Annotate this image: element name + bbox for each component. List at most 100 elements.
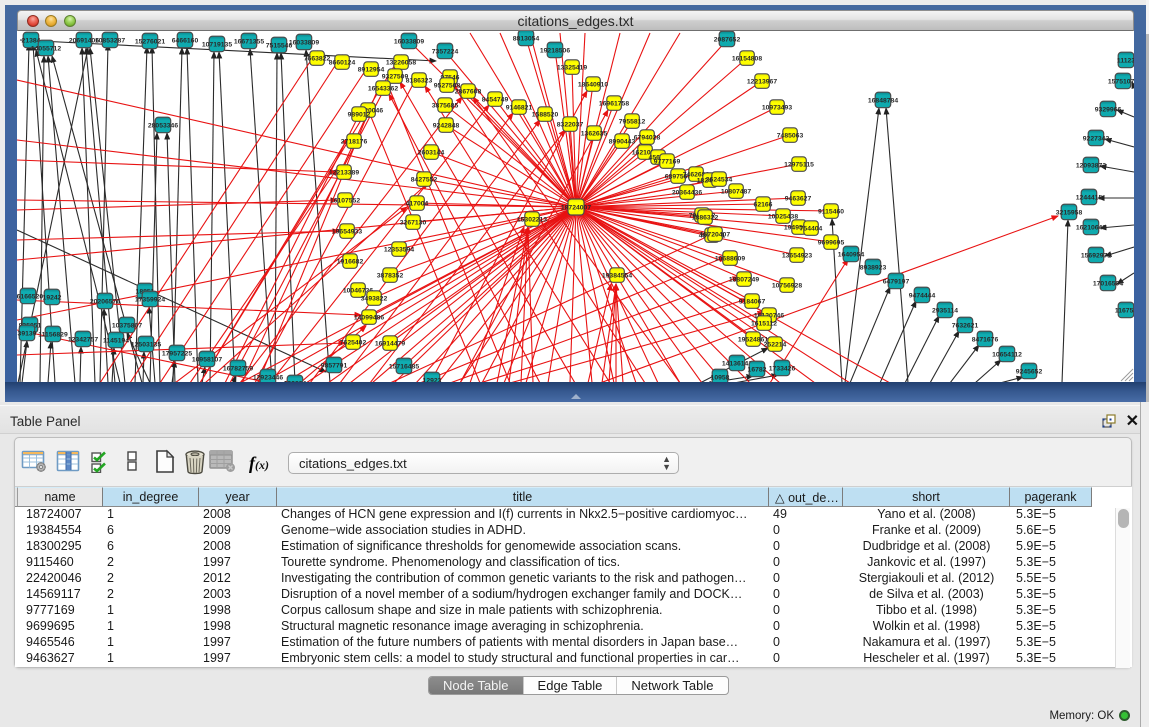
svg-text:9245652: 9245652 xyxy=(1016,369,1043,376)
svg-text:417004: 417004 xyxy=(406,201,429,208)
svg-text:18807249: 18807249 xyxy=(729,277,759,284)
svg-text:12342757: 12342757 xyxy=(68,337,98,344)
svg-text:12213389: 12213389 xyxy=(329,170,359,177)
svg-text:9115460: 9115460 xyxy=(818,209,844,216)
svg-text:16671355: 16671355 xyxy=(234,39,264,46)
svg-text:12923: 12923 xyxy=(423,378,442,383)
svg-text:12353594: 12353594 xyxy=(384,247,414,254)
svg-text:2867608: 2867608 xyxy=(455,89,482,96)
svg-text:16210643: 16210643 xyxy=(1076,225,1106,232)
svg-text:6479197: 6479197 xyxy=(883,279,910,286)
svg-text:9474444: 9474444 xyxy=(909,293,936,300)
svg-text:10853287: 10853287 xyxy=(95,38,125,45)
svg-text:15692971: 15692971 xyxy=(1081,253,1111,260)
svg-text:3493822: 3493822 xyxy=(361,296,388,303)
svg-text:12093872: 12093872 xyxy=(1076,163,1106,170)
svg-text:2718176: 2718176 xyxy=(341,139,368,146)
svg-text:20206576: 20206576 xyxy=(90,299,120,306)
svg-text:17957225: 17957225 xyxy=(162,351,192,358)
svg-text:1588520: 1588520 xyxy=(532,112,559,119)
svg-text:7625402: 7625402 xyxy=(340,340,367,347)
svg-text:13226058: 13226058 xyxy=(386,60,416,67)
svg-text:16033809: 16033809 xyxy=(289,40,319,47)
svg-text:15720407: 15720407 xyxy=(700,232,730,239)
svg-text:10807487: 10807487 xyxy=(721,189,751,196)
svg-text:16782759: 16782759 xyxy=(223,366,253,373)
svg-text:16961758: 16961758 xyxy=(599,101,629,108)
svg-text:9146821: 9146821 xyxy=(506,105,533,112)
svg-text:1362635: 1362635 xyxy=(581,131,608,138)
svg-text:12503135: 12503135 xyxy=(131,342,161,349)
svg-text:8454749: 8454749 xyxy=(482,97,509,104)
svg-text:16107552: 16107552 xyxy=(330,198,360,205)
svg-text:9463627: 9463627 xyxy=(785,196,812,203)
svg-text:15276021: 15276021 xyxy=(135,39,165,46)
svg-text:8660124: 8660124 xyxy=(329,60,356,67)
svg-text:12923446: 12923446 xyxy=(253,375,283,382)
svg-text:129234: 129234 xyxy=(284,381,307,383)
svg-text:16033809: 16033809 xyxy=(394,39,424,46)
svg-text:1615112: 1615112 xyxy=(751,321,777,328)
svg-text:16154808: 16154808 xyxy=(732,56,762,63)
svg-text:14099486: 14099486 xyxy=(354,315,384,322)
svg-text:7357224: 7357224 xyxy=(432,49,459,56)
svg-text:1886322: 1886322 xyxy=(692,215,719,222)
svg-text:16782: 16782 xyxy=(748,367,767,374)
svg-text:9329966: 9329966 xyxy=(1095,107,1122,114)
svg-text:19654933: 19654933 xyxy=(332,229,362,236)
svg-text:6794028: 6794028 xyxy=(634,135,661,142)
svg-text:20364436: 20364436 xyxy=(672,190,702,197)
svg-text:16914479: 16914479 xyxy=(375,341,405,348)
svg-text:9857791: 9857791 xyxy=(321,363,348,370)
svg-text:2935114: 2935114 xyxy=(932,308,958,315)
svg-text:19242: 19242 xyxy=(43,295,62,302)
svg-text:3215958: 3215958 xyxy=(1056,210,1083,217)
svg-text:11156829: 11156829 xyxy=(38,332,68,339)
svg-text:3624534: 3624534 xyxy=(706,177,733,184)
svg-text:62166: 62166 xyxy=(754,202,773,209)
svg-text:7663822: 7663822 xyxy=(304,56,331,63)
svg-text:16543362: 16543362 xyxy=(368,86,398,93)
svg-text:9242848: 9242848 xyxy=(433,123,460,130)
svg-text:1145194: 1145194 xyxy=(103,338,129,345)
svg-text:2087652: 2087652 xyxy=(714,37,741,44)
svg-text:13654923: 13654923 xyxy=(782,253,812,260)
svg-text:15751074: 15751074 xyxy=(1108,79,1134,86)
svg-text:1244415: 1244415 xyxy=(1076,195,1103,202)
svg-text:252214: 252214 xyxy=(764,342,787,349)
svg-text:10654112: 10654112 xyxy=(992,352,1022,359)
svg-text:15302213: 15302213 xyxy=(517,217,547,224)
svg-text:754404: 754404 xyxy=(800,226,823,233)
svg-text:26166520: 26166520 xyxy=(17,294,43,301)
svg-text:8186323: 8186323 xyxy=(406,78,433,85)
svg-text:8471676: 8471676 xyxy=(972,337,999,344)
svg-text:989012: 989012 xyxy=(348,112,371,119)
svg-text:9327509: 9327509 xyxy=(382,74,409,81)
svg-text:17359924: 17359924 xyxy=(135,297,165,304)
svg-text:8990443: 8990443 xyxy=(609,139,636,146)
svg-text:8938923: 8938923 xyxy=(860,265,887,272)
svg-text:1640954: 1640954 xyxy=(838,252,865,259)
svg-text:10688609: 10688609 xyxy=(715,256,745,263)
svg-text:3878352: 3878352 xyxy=(377,273,404,280)
svg-text:10958: 10958 xyxy=(711,375,730,382)
svg-text:39139: 39139 xyxy=(18,331,37,338)
svg-text:8427552: 8427552 xyxy=(411,177,438,184)
svg-text:8912954: 8912954 xyxy=(358,67,385,74)
svg-text:10719135: 10719135 xyxy=(202,42,232,49)
svg-text:1916682: 1916682 xyxy=(337,259,364,266)
svg-text:8322037: 8322037 xyxy=(557,122,584,129)
svg-text:9184067: 9184067 xyxy=(739,299,766,306)
svg-text:9699695: 9699695 xyxy=(818,240,845,247)
svg-text:3267130: 3267130 xyxy=(400,220,427,227)
svg-text:9227342: 9227342 xyxy=(1083,136,1110,143)
svg-text:13325419: 13325419 xyxy=(557,65,587,72)
svg-text:16848784: 16848784 xyxy=(868,98,898,105)
svg-text:17016504: 17016504 xyxy=(1093,281,1123,288)
svg-text:8813054: 8813054 xyxy=(513,36,540,43)
svg-text:7485063: 7485063 xyxy=(777,133,804,140)
svg-text:12213967: 12213967 xyxy=(747,79,777,86)
svg-text:3875685: 3875685 xyxy=(432,103,459,110)
svg-text:6466160: 6466160 xyxy=(172,38,199,45)
svg-text:19218506: 19218506 xyxy=(540,48,570,55)
